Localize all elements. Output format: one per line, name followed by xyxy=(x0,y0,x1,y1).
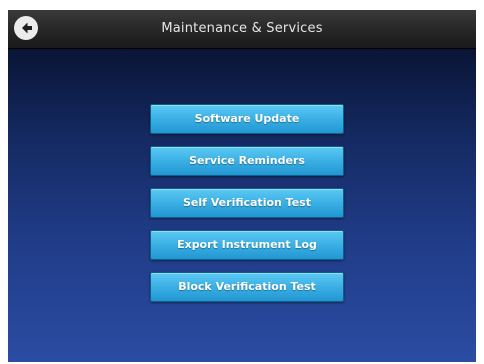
page-title: Maintenance & Services xyxy=(161,21,323,36)
device-screen: Maintenance & Services Software Update S… xyxy=(8,10,476,362)
block-verification-test-button[interactable]: Block Verification Test xyxy=(150,272,344,302)
service-reminders-button[interactable]: Service Reminders xyxy=(150,146,344,176)
self-verification-test-button[interactable]: Self Verification Test xyxy=(150,188,344,218)
software-update-button[interactable]: Software Update xyxy=(150,104,344,134)
export-instrument-log-button[interactable]: Export Instrument Log xyxy=(150,230,344,260)
title-bar: Maintenance & Services xyxy=(8,10,476,49)
maintenance-menu: Software Update Service Reminders Self V… xyxy=(150,104,344,314)
